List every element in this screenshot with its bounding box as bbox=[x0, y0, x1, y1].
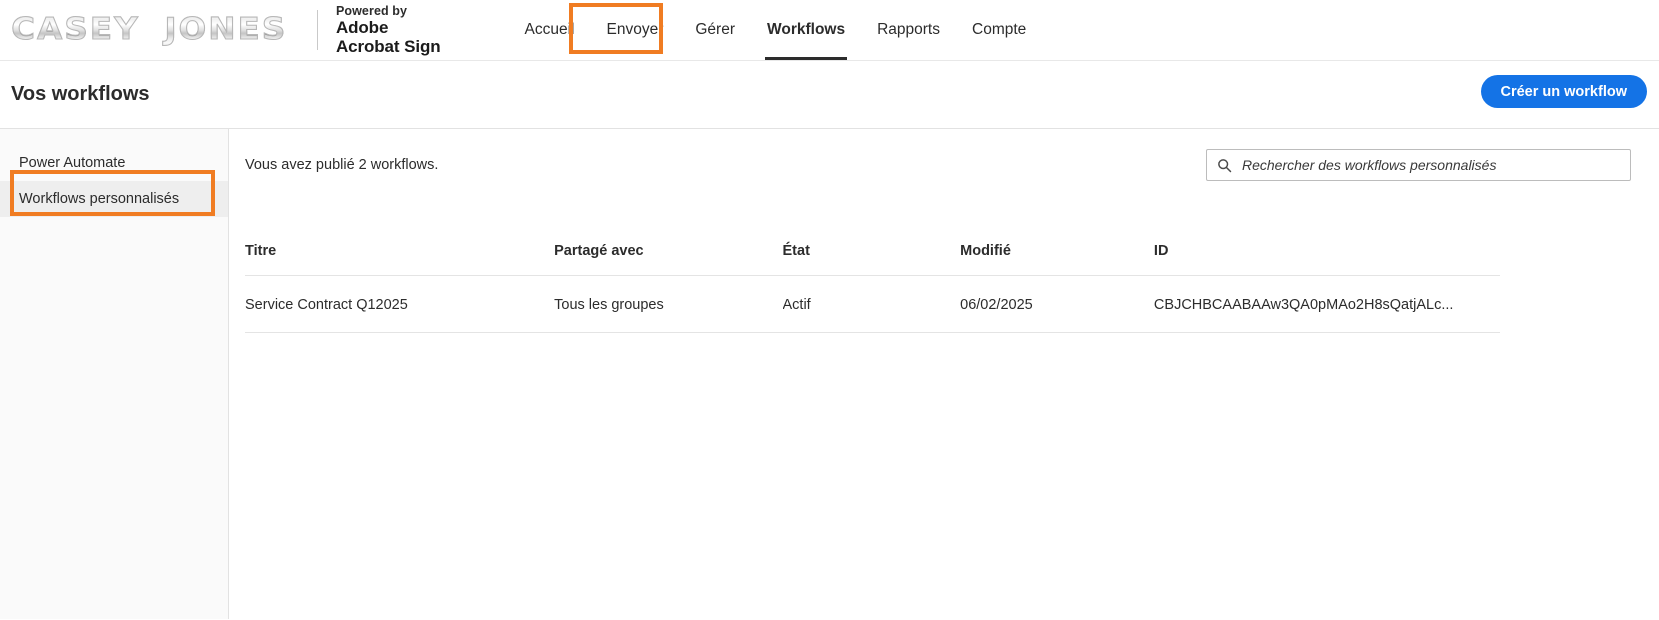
main-content: Vous avez publié 2 workflows. Titre Part… bbox=[229, 129, 1659, 619]
table-header: Titre Partagé avec État Modifié ID bbox=[245, 243, 1500, 276]
workflows-table: Titre Partagé avec État Modifié ID Servi… bbox=[245, 243, 1500, 333]
nav-item-rapports[interactable]: Rapports bbox=[861, 0, 956, 60]
published-count-text: Vous avez publié 2 workflows. bbox=[245, 157, 439, 173]
table-header-row: Titre Partagé avec État Modifié ID bbox=[245, 243, 1500, 276]
column-header-partage-avec[interactable]: Partagé avec bbox=[554, 243, 783, 276]
cell-id: CBJCHBCAABAAw3QA0pMAo2H8sQatjALc... bbox=[1153, 275, 1500, 333]
acrobat-sign-label: Acrobat Sign bbox=[335, 37, 441, 56]
content-toolbar: Vous avez publié 2 workflows. bbox=[245, 129, 1631, 181]
page-body: Power Automate Workflows personnalisés V… bbox=[0, 129, 1659, 619]
search-input[interactable] bbox=[1240, 156, 1630, 174]
nav-item-accueil[interactable]: Accueil bbox=[509, 0, 591, 60]
adobe-label: Adobe bbox=[335, 17, 389, 37]
nav-item-envoyer[interactable]: Envoyer bbox=[591, 0, 680, 60]
sidebar-item-label: Power Automate bbox=[19, 155, 126, 171]
top-navigation-bar: CASEY JONES Powered by Adobe Acrobat Sig… bbox=[0, 0, 1659, 61]
column-header-modifie[interactable]: Modifié bbox=[960, 243, 1154, 276]
nav-item-gerer[interactable]: Gérer bbox=[679, 0, 751, 60]
column-header-titre[interactable]: Titre bbox=[245, 243, 555, 276]
search-icon bbox=[1217, 158, 1232, 173]
page-title: Vos workflows bbox=[11, 83, 150, 105]
sidebar: Power Automate Workflows personnalisés bbox=[0, 129, 229, 619]
cell-title[interactable]: Service Contract Q12025 bbox=[245, 275, 555, 333]
page-header: Vos workflows Créer un workflow bbox=[0, 61, 1659, 129]
search-workflows-box[interactable] bbox=[1206, 149, 1631, 181]
cell-state: Actif bbox=[782, 275, 961, 333]
nav-item-compte[interactable]: Compte bbox=[956, 0, 1042, 60]
table-body: Service Contract Q12025 Tous les groupes… bbox=[245, 275, 1500, 333]
column-header-id[interactable]: ID bbox=[1153, 243, 1500, 276]
main-nav: Accueil Envoyer Gérer Workflows Rapports… bbox=[509, 0, 1043, 60]
column-header-etat[interactable]: État bbox=[782, 243, 961, 276]
brand-divider bbox=[316, 10, 318, 50]
sidebar-item-workflows-personnalises[interactable]: Workflows personnalisés bbox=[0, 181, 228, 217]
sidebar-item-power-automate[interactable]: Power Automate bbox=[0, 145, 228, 181]
powered-by-label: Powered by bbox=[335, 3, 408, 18]
cell-modified: 06/02/2025 bbox=[960, 275, 1154, 333]
table-row[interactable]: Service Contract Q12025 Tous les groupes… bbox=[245, 275, 1500, 333]
create-workflow-button[interactable]: Créer un workflow bbox=[1480, 75, 1647, 108]
brand-logo-area: CASEY JONES Powered by Adobe Acrobat Sig… bbox=[0, 0, 441, 60]
powered-by-adobe-acrobat-sign: Powered by Adobe Acrobat Sign bbox=[336, 4, 441, 56]
nav-item-workflows[interactable]: Workflows bbox=[751, 0, 861, 60]
logo-word-casey: CASEY bbox=[5, 13, 147, 47]
sidebar-item-label: Workflows personnalisés bbox=[19, 191, 180, 207]
logo-word-jones: JONES bbox=[158, 13, 294, 47]
cell-shared-with: Tous les groupes bbox=[554, 275, 783, 333]
